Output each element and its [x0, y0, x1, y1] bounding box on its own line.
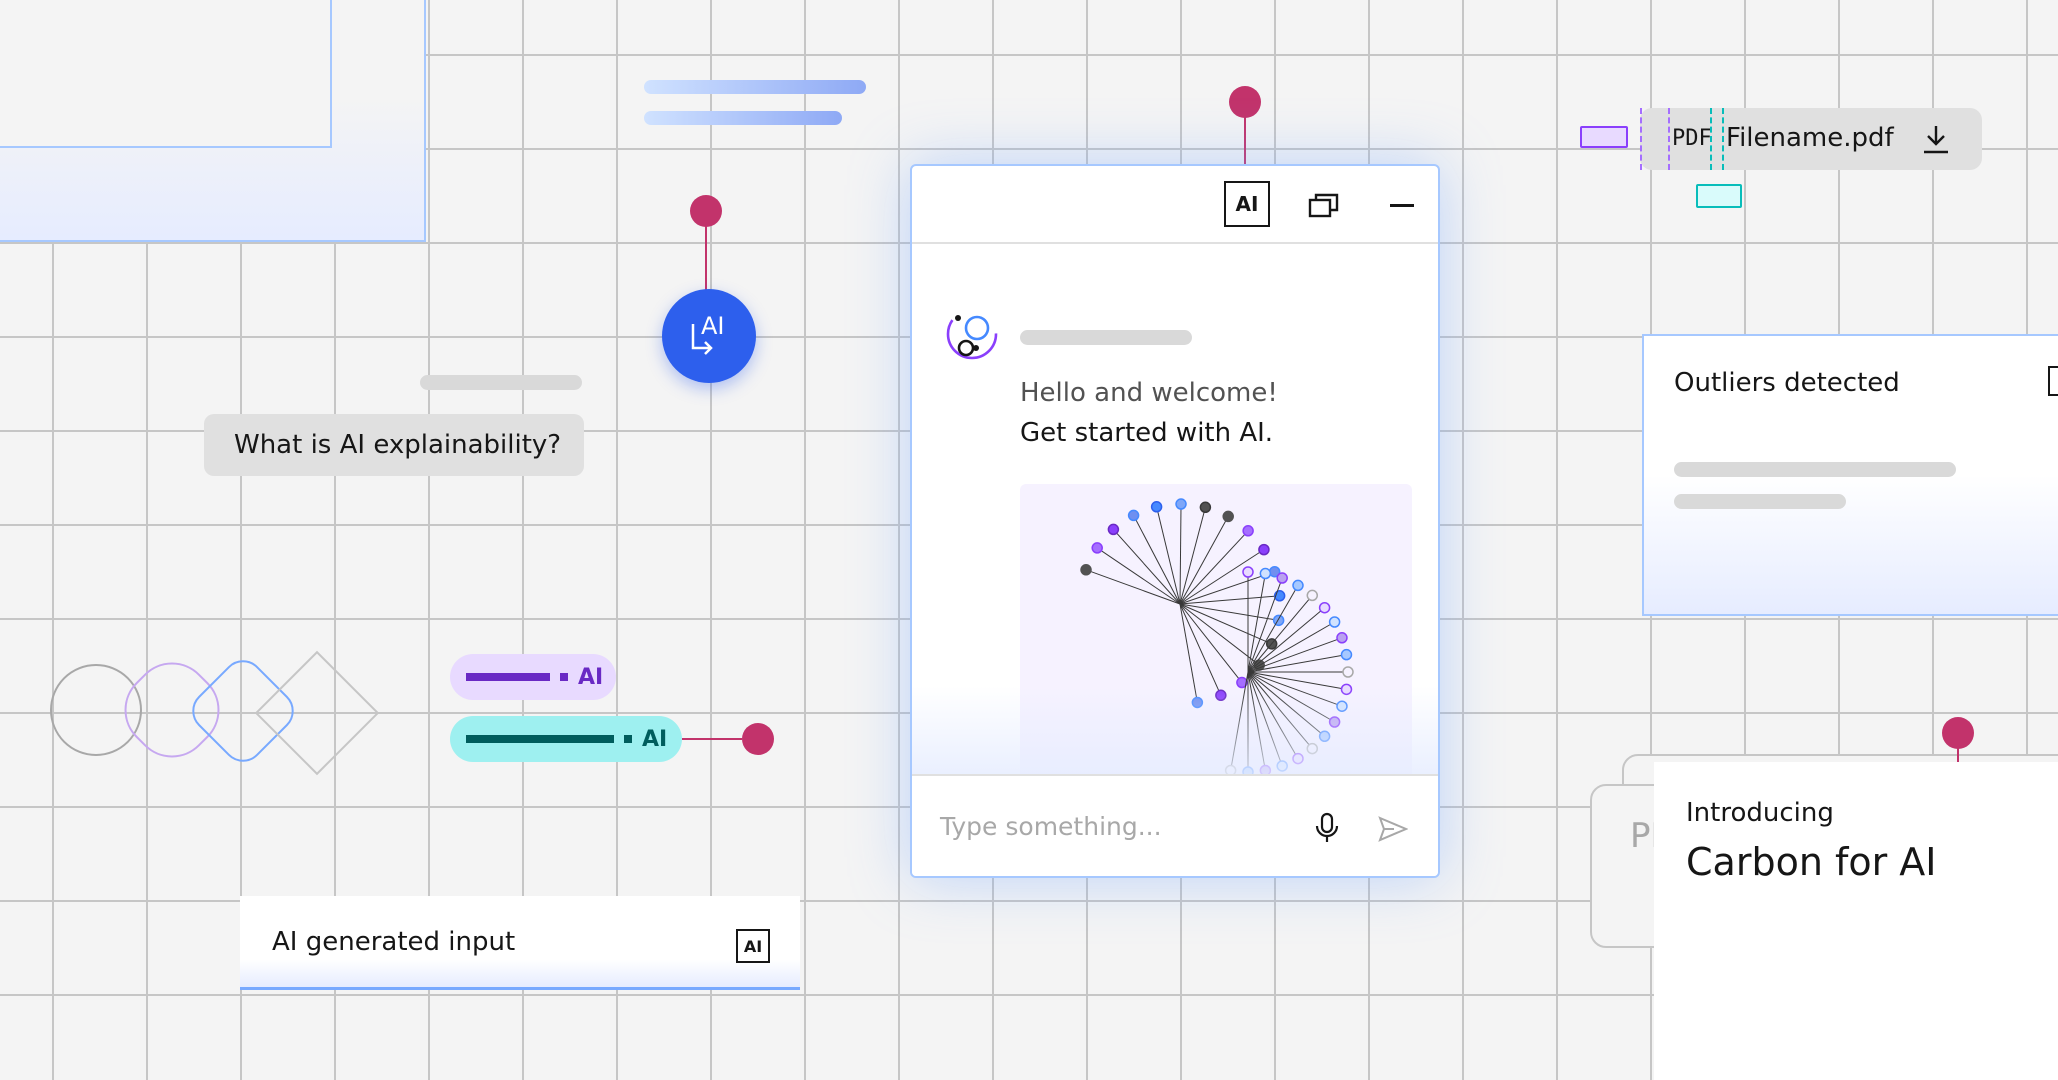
ai-generated-input[interactable]: AI generated input AI	[240, 896, 800, 990]
network-edge	[1179, 595, 1280, 605]
tag-teal[interactable]: AI	[450, 716, 682, 762]
file-type-label: PDF	[1672, 126, 1712, 151]
tag-purple-dot	[560, 673, 568, 681]
network-node	[1091, 542, 1103, 554]
network-edge	[1179, 504, 1182, 605]
spacing-guide-teal	[1710, 108, 1724, 170]
ai-input-label: AI generated input	[272, 926, 516, 957]
network-edge	[1179, 603, 1260, 666]
intro-card[interactable]: Introducing Carbon for AI	[1654, 762, 2058, 1080]
network-node	[1199, 501, 1212, 514]
network-edge	[1179, 603, 1243, 683]
pin-dot-chat-header	[1229, 86, 1261, 118]
pin-line-tag	[682, 738, 742, 740]
tag-purple-bar	[466, 673, 550, 681]
network-node	[1080, 564, 1092, 576]
pin-dot-intro	[1942, 717, 1974, 749]
network-edge	[1179, 603, 1222, 696]
chat-header-ai-icon[interactable]: AI	[1224, 181, 1270, 227]
network-edge	[1085, 569, 1181, 605]
ai-icon: AI	[689, 312, 729, 356]
chat-header: AI	[912, 166, 1438, 244]
spacing-guide-purple	[1640, 108, 1670, 170]
microphone-icon[interactable]	[1314, 812, 1340, 844]
outliers-ai-icon[interactable]	[2048, 366, 2058, 396]
popout-icon[interactable]	[1306, 188, 1342, 224]
network-node	[1222, 510, 1234, 523]
gradient-line-2	[644, 111, 842, 125]
minimize-icon[interactable]	[1390, 204, 1414, 207]
network-node	[1272, 614, 1285, 627]
network-node	[1276, 572, 1288, 584]
network-edge	[1156, 506, 1181, 605]
network-node	[1328, 616, 1341, 628]
chat-header-skeleton	[1020, 330, 1192, 345]
network-node	[1127, 509, 1140, 522]
network-edge	[1179, 603, 1272, 645]
network-node	[1107, 523, 1120, 536]
intro-eyebrow: Introducing	[1686, 798, 1834, 828]
chat-prompt-text: What is AI explainability?	[234, 430, 562, 460]
chat-skeleton-line	[420, 375, 582, 390]
outliers-card[interactable]: Outliers detected	[1642, 334, 2058, 616]
greeting-line-1: Hello and welcome!	[1020, 378, 1278, 408]
ai-input-ai-icon[interactable]: AI	[736, 929, 770, 963]
tag-purple[interactable]: AI	[450, 654, 616, 700]
network-edge	[1179, 603, 1279, 621]
pin-line-intro	[1957, 746, 1959, 762]
network-node	[1259, 567, 1272, 580]
outliers-title: Outliers detected	[1674, 368, 1900, 398]
avatar-icon	[944, 306, 1000, 362]
file-name: Filename.pdf	[1726, 123, 1894, 153]
network-node	[1292, 579, 1304, 592]
outliers-skeleton-1	[1674, 462, 1956, 477]
greeting-line-2: Get started with AI.	[1020, 418, 1274, 448]
pin-dot-ai-button	[690, 195, 722, 227]
blank-card-inner	[0, 0, 332, 148]
pin-line-ai-button	[705, 224, 707, 294]
spacing-marker-teal	[1696, 184, 1742, 208]
shape-morph-illustration	[50, 650, 380, 776]
network-node	[1242, 566, 1254, 578]
network-node	[1306, 589, 1319, 602]
network-node	[1150, 501, 1163, 513]
chat-window: AI Hello and welcome! Get started with A…	[910, 164, 1440, 878]
network-node	[1340, 648, 1353, 661]
tag-purple-label: AI	[578, 664, 604, 690]
network-node	[1318, 601, 1331, 614]
network-edge	[1096, 547, 1181, 605]
chat-prompt-bubble[interactable]: What is AI explainability?	[204, 414, 584, 476]
intro-title: Carbon for AI	[1686, 840, 1937, 884]
network-node	[1258, 543, 1270, 556]
ai-explain-button[interactable]: AI	[662, 289, 756, 383]
chat-input[interactable]: Type something...	[940, 812, 1162, 841]
spacing-marker-purple	[1580, 126, 1628, 148]
tag-teal-bar	[466, 735, 614, 743]
send-icon[interactable]	[1378, 816, 1409, 842]
network-node	[1175, 498, 1187, 510]
file-chip[interactable]: PDF Filename.pdf	[1640, 108, 1982, 170]
download-icon[interactable]	[1922, 124, 1950, 154]
outliers-skeleton-2	[1674, 494, 1846, 509]
network-node	[1336, 632, 1348, 644]
tag-teal-label: AI	[642, 726, 668, 752]
pin-dot-tag	[742, 723, 774, 755]
gradient-line-1	[644, 80, 866, 94]
chat-input-bar: Type something...	[912, 774, 1438, 876]
network-node	[1242, 525, 1254, 537]
network-node	[1342, 666, 1354, 678]
tag-teal-dot	[624, 735, 632, 743]
